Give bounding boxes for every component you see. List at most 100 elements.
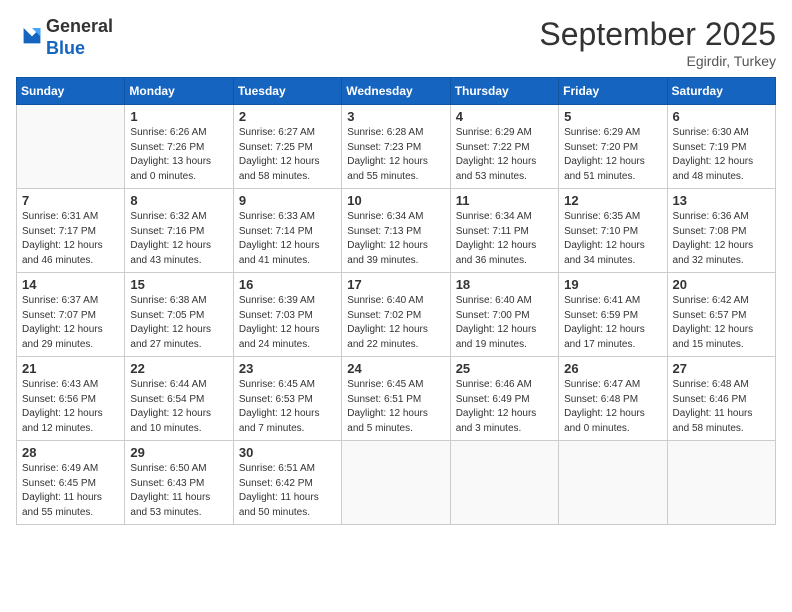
day-info: Sunrise: 6:30 AM Sunset: 7:19 PM Dayligh…: [673, 126, 770, 184]
day-info: Sunrise: 6:29 AM Sunset: 7:20 PM Dayligh…: [564, 126, 661, 184]
page-header: General Blue September 2025 Egirdir, Tur…: [16, 16, 776, 69]
day-number: 28: [22, 445, 119, 460]
day-number: 14: [22, 277, 119, 292]
title-block: September 2025 Egirdir, Turkey: [539, 16, 776, 69]
calendar-cell: 27Sunrise: 6:48 AM Sunset: 6:46 PM Dayli…: [667, 357, 775, 441]
calendar-cell: 26 Sunrise: 6:47 AM Sunset: 6:48 PM Dayli…: [559, 357, 667, 441]
calendar-cell: [559, 441, 667, 525]
calendar-cell: 4 Sunrise: 6:29 AM Sunset: 7:22 PM Daylig…: [450, 105, 558, 189]
calendar-cell: 10 Sunrise: 6:34 AM Sunset: 7:13 PM Dayli…: [342, 189, 450, 273]
day-number: 20: [673, 277, 770, 292]
calendar-cell: 19 Sunrise: 6:41 AM Sunset: 6:59 PM Dayli…: [559, 273, 667, 357]
calendar-cell: 8Sunrise: 6:32 AM Sunset: 7:16 PM Daylig…: [125, 189, 233, 273]
day-info: Sunrise: 6:48 AM Sunset: 6:46 PM Dayligh…: [673, 378, 770, 436]
day-number: 17: [347, 277, 444, 292]
calendar-week-row: 21 Sunrise: 6:43 AM Sunset: 6:56 PM Dayli…: [17, 357, 776, 441]
day-number: 25: [456, 361, 553, 376]
day-number: 7: [22, 193, 119, 208]
calendar-cell: 1 Sunrise: 6:26 AM Sunset: 7:26 PM Daylig…: [125, 105, 233, 189]
day-header-monday: Monday: [125, 78, 233, 105]
day-info: Sunrise: 6:36 AM Sunset: 7:08 PM Dayligh…: [673, 210, 770, 268]
calendar-cell: 30 Sunrise: 6:51 AM Sunset: 6:42 PM Dayli…: [233, 441, 341, 525]
day-header-sunday: Sunday: [17, 78, 125, 105]
calendar-cell: 25 Sunrise: 6:46 AM Sunset: 6:49 PM Dayli…: [450, 357, 558, 441]
calendar-cell: 21 Sunrise: 6:43 AM Sunset: 6:56 PM Dayli…: [17, 357, 125, 441]
calendar-cell: 3Sunrise: 6:28 AM Sunset: 7:23 PM Daylig…: [342, 105, 450, 189]
day-info: Sunrise: 6:27 AM Sunset: 7:25 PM Dayligh…: [239, 126, 336, 184]
calendar-cell: [450, 441, 558, 525]
day-number: 29: [130, 445, 227, 460]
location: Egirdir, Turkey: [539, 53, 776, 69]
day-info: Sunrise: 6:49 AM Sunset: 6:45 PM Dayligh…: [22, 462, 119, 520]
day-info: Sunrise: 6:46 AM Sunset: 6:49 PM Dayligh…: [456, 378, 553, 436]
day-info: Sunrise: 6:45 AM Sunset: 6:53 PM Dayligh…: [239, 378, 336, 436]
calendar-cell: 18 Sunrise: 6:40 AM Sunset: 7:00 PM Dayli…: [450, 273, 558, 357]
day-info: Sunrise: 6:35 AM Sunset: 7:10 PM Dayligh…: [564, 210, 661, 268]
day-info: Sunrise: 6:26 AM Sunset: 7:26 PM Dayligh…: [130, 126, 227, 184]
calendar-cell: [342, 441, 450, 525]
day-number: 9: [239, 193, 336, 208]
logo-icon: [18, 21, 46, 49]
calendar-cell: 29 Sunrise: 6:50 AM Sunset: 6:43 PM Dayli…: [125, 441, 233, 525]
calendar-cell: 2 Sunrise: 6:27 AM Sunset: 7:25 PM Daylig…: [233, 105, 341, 189]
day-number: 26: [564, 361, 661, 376]
calendar-week-row: 7Sunrise: 6:31 AM Sunset: 7:17 PM Daylig…: [17, 189, 776, 273]
day-info: Sunrise: 6:34 AM Sunset: 7:11 PM Dayligh…: [456, 210, 553, 268]
calendar-cell: 15Sunrise: 6:38 AM Sunset: 7:05 PM Dayli…: [125, 273, 233, 357]
day-number: 24: [347, 361, 444, 376]
day-number: 10: [347, 193, 444, 208]
logo: General Blue: [16, 16, 113, 59]
day-info: Sunrise: 6:51 AM Sunset: 6:42 PM Dayligh…: [239, 462, 336, 520]
day-info: Sunrise: 6:28 AM Sunset: 7:23 PM Dayligh…: [347, 126, 444, 184]
calendar-week-row: 1 Sunrise: 6:26 AM Sunset: 7:26 PM Daylig…: [17, 105, 776, 189]
day-number: 21: [22, 361, 119, 376]
day-info: Sunrise: 6:38 AM Sunset: 7:05 PM Dayligh…: [130, 294, 227, 352]
day-info: Sunrise: 6:39 AM Sunset: 7:03 PM Dayligh…: [239, 294, 336, 352]
day-info: Sunrise: 6:29 AM Sunset: 7:22 PM Dayligh…: [456, 126, 553, 184]
calendar-week-row: 14 Sunrise: 6:37 AM Sunset: 7:07 PM Dayli…: [17, 273, 776, 357]
day-number: 22: [130, 361, 227, 376]
calendar-week-row: 28 Sunrise: 6:49 AM Sunset: 6:45 PM Dayli…: [17, 441, 776, 525]
month-title: September 2025: [539, 16, 776, 53]
calendar-cell: 14 Sunrise: 6:37 AM Sunset: 7:07 PM Dayli…: [17, 273, 125, 357]
calendar-cell: 16 Sunrise: 6:39 AM Sunset: 7:03 PM Dayli…: [233, 273, 341, 357]
day-info: Sunrise: 6:42 AM Sunset: 6:57 PM Dayligh…: [673, 294, 770, 352]
day-info: Sunrise: 6:34 AM Sunset: 7:13 PM Dayligh…: [347, 210, 444, 268]
calendar-cell: 17Sunrise: 6:40 AM Sunset: 7:02 PM Dayli…: [342, 273, 450, 357]
day-info: Sunrise: 6:32 AM Sunset: 7:16 PM Dayligh…: [130, 210, 227, 268]
calendar-cell: 12 Sunrise: 6:35 AM Sunset: 7:10 PM Dayli…: [559, 189, 667, 273]
day-info: Sunrise: 6:45 AM Sunset: 6:51 PM Dayligh…: [347, 378, 444, 436]
calendar-cell: 9Sunrise: 6:33 AM Sunset: 7:14 PM Daylig…: [233, 189, 341, 273]
day-info: Sunrise: 6:37 AM Sunset: 7:07 PM Dayligh…: [22, 294, 119, 352]
calendar-cell: 7Sunrise: 6:31 AM Sunset: 7:17 PM Daylig…: [17, 189, 125, 273]
day-number: 19: [564, 277, 661, 292]
day-number: 4: [456, 109, 553, 124]
day-header-wednesday: Wednesday: [342, 78, 450, 105]
calendar-cell: 11 Sunrise: 6:34 AM Sunset: 7:11 PM Dayli…: [450, 189, 558, 273]
day-number: 1: [130, 109, 227, 124]
calendar-cell: [17, 105, 125, 189]
day-info: Sunrise: 6:43 AM Sunset: 6:56 PM Dayligh…: [22, 378, 119, 436]
calendar-cell: 28 Sunrise: 6:49 AM Sunset: 6:45 PM Dayli…: [17, 441, 125, 525]
day-info: Sunrise: 6:47 AM Sunset: 6:48 PM Dayligh…: [564, 378, 661, 436]
calendar-cell: 22Sunrise: 6:44 AM Sunset: 6:54 PM Dayli…: [125, 357, 233, 441]
day-number: 16: [239, 277, 336, 292]
day-number: 30: [239, 445, 336, 460]
day-header-tuesday: Tuesday: [233, 78, 341, 105]
calendar-header-row: SundayMondayTuesdayWednesdayThursdayFrid…: [17, 78, 776, 105]
logo-text: General Blue: [46, 16, 113, 59]
calendar-cell: 6Sunrise: 6:30 AM Sunset: 7:19 PM Daylig…: [667, 105, 775, 189]
day-number: 11: [456, 193, 553, 208]
day-number: 18: [456, 277, 553, 292]
calendar-cell: 5Sunrise: 6:29 AM Sunset: 7:20 PM Daylig…: [559, 105, 667, 189]
day-info: Sunrise: 6:50 AM Sunset: 6:43 PM Dayligh…: [130, 462, 227, 520]
day-header-thursday: Thursday: [450, 78, 558, 105]
day-number: 12: [564, 193, 661, 208]
day-number: 2: [239, 109, 336, 124]
calendar-cell: 13Sunrise: 6:36 AM Sunset: 7:08 PM Dayli…: [667, 189, 775, 273]
logo-general: General: [46, 16, 113, 38]
day-header-friday: Friday: [559, 78, 667, 105]
day-info: Sunrise: 6:41 AM Sunset: 6:59 PM Dayligh…: [564, 294, 661, 352]
calendar-cell: [667, 441, 775, 525]
day-info: Sunrise: 6:40 AM Sunset: 7:00 PM Dayligh…: [456, 294, 553, 352]
